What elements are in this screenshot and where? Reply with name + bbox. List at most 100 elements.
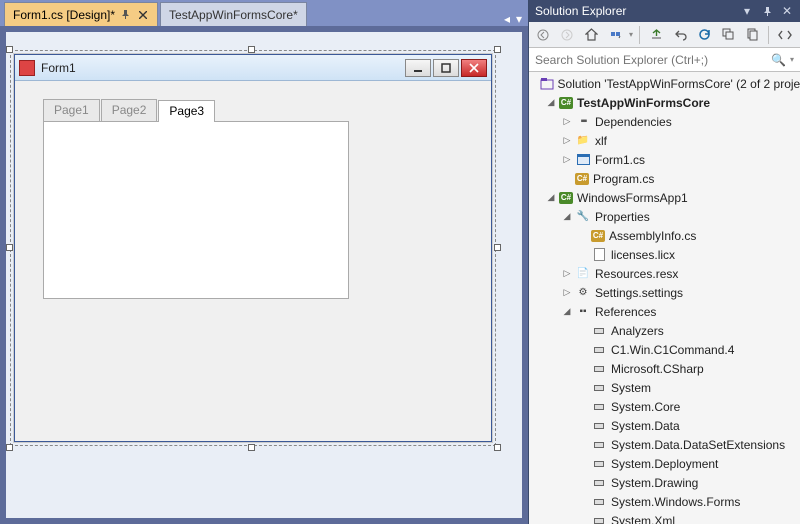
- reference-node[interactable]: ▸System.Data.DataSetExtensions: [529, 435, 800, 454]
- solution-node[interactable]: ▸ Solution 'TestAppWinFormsCore' (2 of 2…: [529, 74, 800, 93]
- search-icon[interactable]: 🔍: [771, 53, 786, 67]
- form-titlebar[interactable]: Form1: [15, 55, 491, 81]
- resize-handle[interactable]: [6, 244, 13, 251]
- maximize-button[interactable]: [433, 59, 459, 77]
- tab-control[interactable]: Page1 Page2 Page3: [43, 99, 349, 299]
- separator: [768, 26, 769, 44]
- node-label: System.Data: [611, 419, 680, 433]
- file-node-licenses[interactable]: ▸ licenses.licx: [529, 245, 800, 264]
- minimize-button[interactable]: [405, 59, 431, 77]
- node-label: Resources.resx: [595, 267, 678, 281]
- expander-icon[interactable]: ▷: [561, 116, 573, 128]
- node-label: Program.cs: [593, 172, 654, 186]
- tab-page-body[interactable]: [43, 121, 349, 299]
- dropdown-icon[interactable]: ▾: [629, 30, 633, 39]
- dropdown-icon[interactable]: ▾: [516, 12, 522, 26]
- file-node-program[interactable]: ▸ C# Program.cs: [529, 169, 800, 188]
- expander-icon[interactable]: ▷: [561, 135, 573, 147]
- tab-page2[interactable]: Page2: [101, 99, 158, 121]
- resize-handle[interactable]: [494, 46, 501, 53]
- reference-node[interactable]: ▸Analyzers: [529, 321, 800, 340]
- expander-icon[interactable]: ▷: [561, 287, 573, 299]
- node-label: System.Data.DataSetExtensions: [611, 438, 785, 452]
- reference-node[interactable]: ▸System.Data: [529, 416, 800, 435]
- node-label: xlf: [595, 134, 607, 148]
- search-box[interactable]: 🔍 ▾: [529, 48, 800, 72]
- reference-node[interactable]: ▸System.Deployment: [529, 454, 800, 473]
- csharp-file-icon: C#: [591, 230, 605, 242]
- document-tab-testapp[interactable]: TestAppWinFormsCore*: [160, 2, 307, 26]
- file-node-form1[interactable]: ▷ Form1.cs: [529, 150, 800, 169]
- back-icon[interactable]: [533, 25, 553, 45]
- panel-titlebar[interactable]: Solution Explorer ▾ ✕: [529, 0, 800, 22]
- pin-icon[interactable]: [121, 10, 131, 20]
- search-input[interactable]: [535, 53, 771, 67]
- dropdown-icon[interactable]: ▾: [790, 55, 794, 64]
- file-node-settings[interactable]: ▷ ⚙ Settings.settings: [529, 283, 800, 302]
- close-button[interactable]: [461, 59, 487, 77]
- sync-icon[interactable]: [605, 25, 625, 45]
- document-tab-form1-design[interactable]: Form1.cs [Design]*: [4, 2, 158, 26]
- close-icon[interactable]: ✕: [780, 4, 794, 18]
- show-all-files-icon[interactable]: [742, 25, 762, 45]
- collapse-all-icon[interactable]: [718, 25, 738, 45]
- window-menu-icon[interactable]: ▾: [740, 4, 754, 18]
- folder-node-xlf[interactable]: ▷ 📁 xlf: [529, 131, 800, 150]
- view-code-icon[interactable]: [775, 25, 795, 45]
- node-label: licenses.licx: [611, 248, 675, 262]
- tab-page1[interactable]: Page1: [43, 99, 100, 121]
- scroll-left-icon[interactable]: ◂: [504, 12, 510, 26]
- resize-handle[interactable]: [6, 444, 13, 451]
- dependencies-icon: ▪▪▪: [575, 114, 591, 130]
- resize-handle[interactable]: [248, 444, 255, 451]
- node-label: System.Deployment: [611, 457, 718, 471]
- tab-bar-overflow: ◂ ▾: [504, 12, 528, 26]
- reference-node[interactable]: ▸System: [529, 378, 800, 397]
- home-icon[interactable]: [581, 25, 601, 45]
- close-icon[interactable]: [137, 9, 149, 21]
- project-node-winforms[interactable]: ◢ C# WindowsFormsApp1: [529, 188, 800, 207]
- resize-handle[interactable]: [494, 244, 501, 251]
- references-node[interactable]: ◢ ▪▪ References: [529, 302, 800, 321]
- autohide-pin-icon[interactable]: [760, 4, 774, 18]
- node-label: System.Core: [611, 400, 680, 414]
- project-node-testapp[interactable]: ◢ C# TestAppWinFormsCore: [529, 93, 800, 112]
- solution-tree[interactable]: ▸ Solution 'TestAppWinFormsCore' (2 of 2…: [529, 72, 800, 524]
- tab-page3[interactable]: Page3: [158, 100, 215, 122]
- expander-icon[interactable]: ◢: [561, 211, 573, 223]
- resize-handle[interactable]: [248, 46, 255, 53]
- reference-node[interactable]: ▸Microsoft.CSharp: [529, 359, 800, 378]
- pending-changes-icon[interactable]: [646, 25, 666, 45]
- form-client-area[interactable]: Page1 Page2 Page3: [15, 81, 491, 441]
- reference-node[interactable]: ▸System.Drawing: [529, 473, 800, 492]
- node-label: C1.Win.C1Command.4: [611, 343, 734, 357]
- resize-handle[interactable]: [494, 444, 501, 451]
- node-label: Dependencies: [595, 115, 672, 129]
- reference-node[interactable]: ▸System.Xml: [529, 511, 800, 524]
- form-window[interactable]: Form1 Page1 Page2 Page3: [14, 54, 492, 442]
- reference-icon: [591, 361, 607, 377]
- dependencies-node[interactable]: ▷ ▪▪▪ Dependencies: [529, 112, 800, 131]
- node-label: Microsoft.CSharp: [611, 362, 704, 376]
- resize-handle[interactable]: [6, 46, 13, 53]
- reference-node[interactable]: ▸System.Core: [529, 397, 800, 416]
- reference-icon: [591, 437, 607, 453]
- reference-node[interactable]: ▸System.Windows.Forms: [529, 492, 800, 511]
- undo-icon[interactable]: [670, 25, 690, 45]
- properties-node[interactable]: ◢ 🔧 Properties: [529, 207, 800, 226]
- csharp-project-icon: C#: [559, 192, 573, 204]
- expander-icon[interactable]: ◢: [561, 306, 573, 318]
- csharp-file-icon: C#: [575, 173, 589, 185]
- expander-icon[interactable]: ▷: [561, 154, 573, 166]
- form-icon: [575, 152, 591, 168]
- refresh-icon[interactable]: [694, 25, 714, 45]
- forward-icon[interactable]: [557, 25, 577, 45]
- reference-node[interactable]: ▸C1.Win.C1Command.4: [529, 340, 800, 359]
- expander-icon[interactable]: ◢: [545, 97, 557, 109]
- file-node-resources[interactable]: ▷ 📄 Resources.resx: [529, 264, 800, 283]
- designer-surface[interactable]: Form1 Page1 Page2 Page3: [6, 32, 522, 518]
- expander-icon[interactable]: ▷: [561, 268, 573, 280]
- expander-icon[interactable]: ◢: [545, 192, 557, 204]
- file-node-assemblyinfo[interactable]: ▸ C# AssemblyInfo.cs: [529, 226, 800, 245]
- references-icon: ▪▪: [575, 304, 591, 320]
